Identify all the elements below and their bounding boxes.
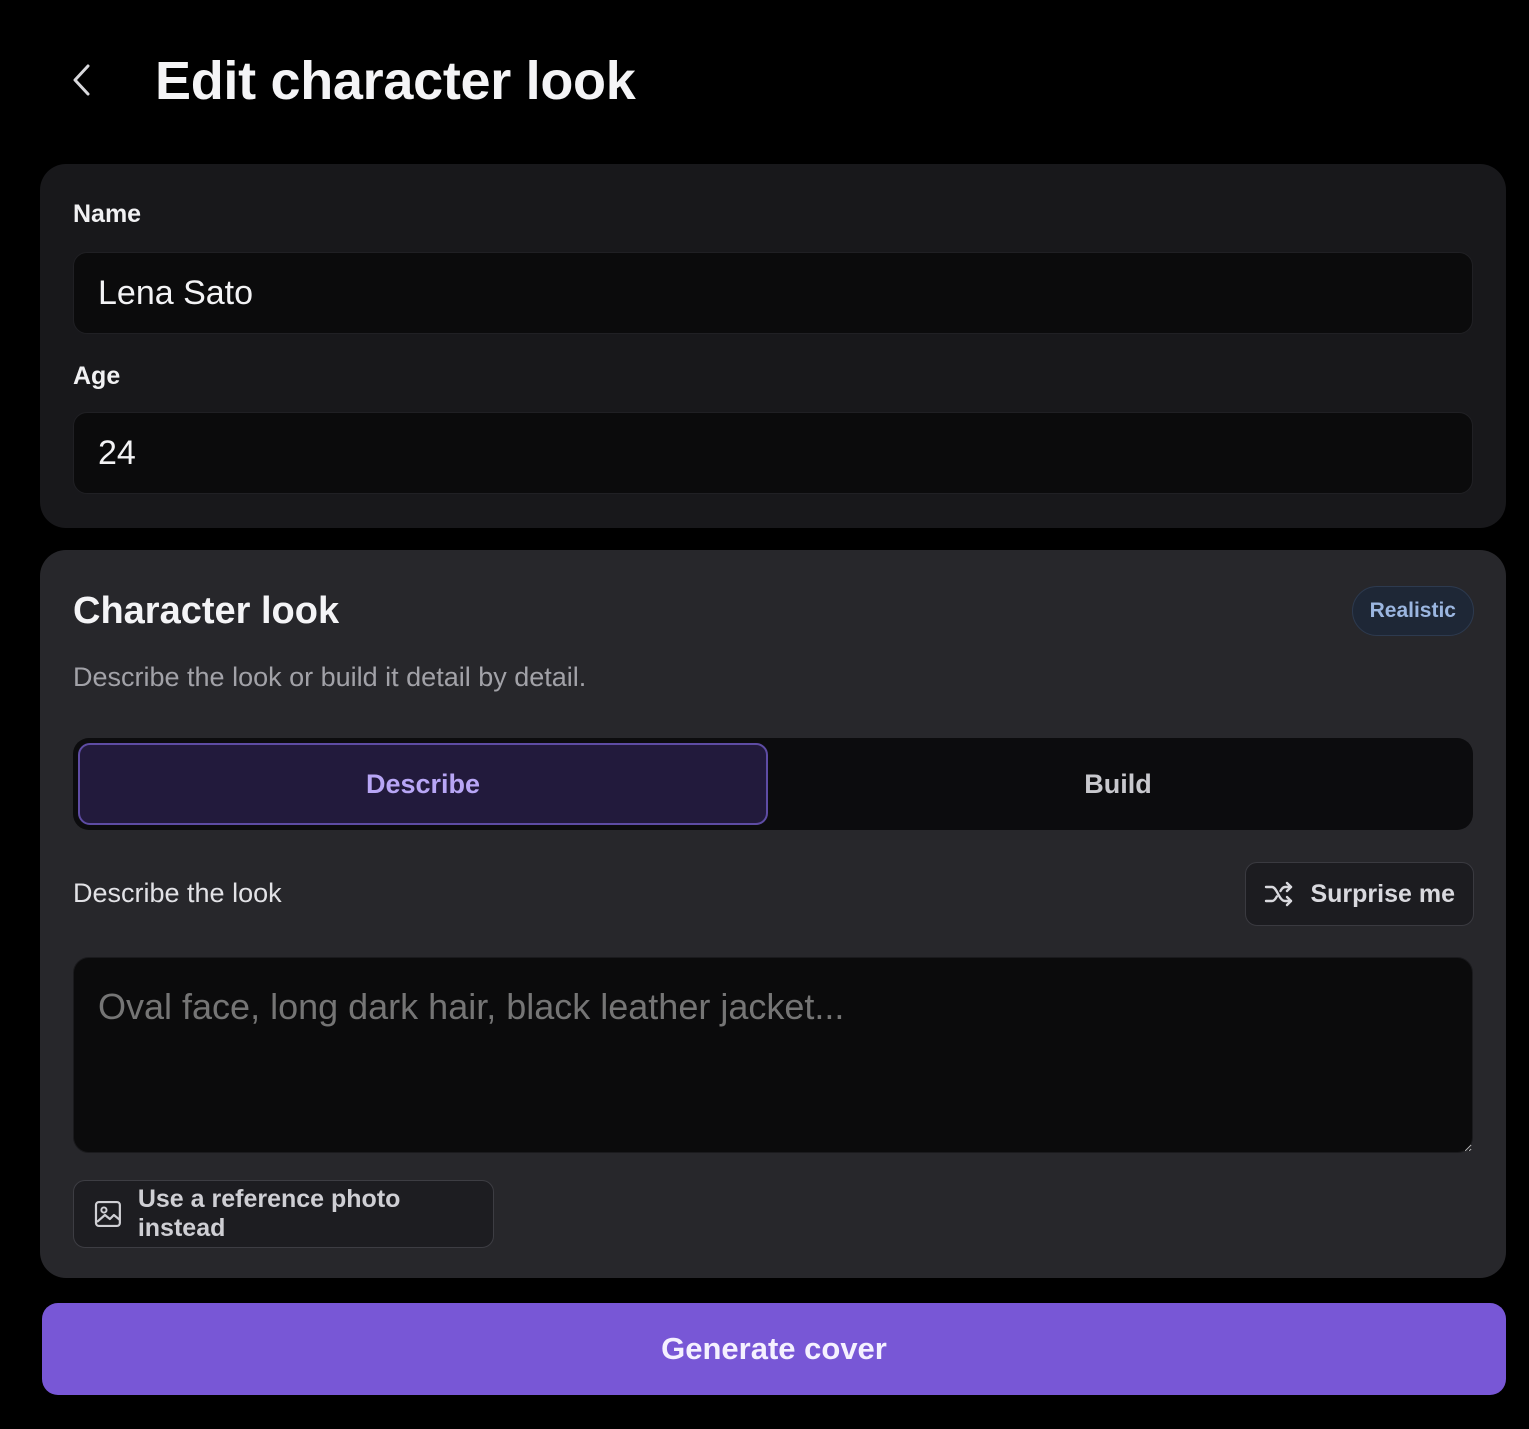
edit-character-page: Edit character look Name Lena Sato Age 2… <box>0 0 1529 1429</box>
style-badge[interactable]: Realistic <box>1351 586 1474 636</box>
look-mode-tabs: Describe Build <box>73 738 1473 830</box>
surprise-me-button[interactable]: Surprise me <box>1245 862 1474 926</box>
back-button[interactable] <box>62 58 102 102</box>
character-look-title: Character look <box>73 590 340 632</box>
character-look-subtitle: Describe the look or build it detail by … <box>73 662 587 692</box>
look-description-textarea[interactable] <box>73 957 1473 1153</box>
age-label: Age <box>73 362 121 390</box>
describe-look-label: Describe the look <box>73 878 282 908</box>
age-input-value: 24 <box>98 433 136 472</box>
page-header: Edit character look <box>0 0 1529 160</box>
character-look-card: Character look Realistic Describe the lo… <box>40 550 1506 1278</box>
reference-photo-button[interactable]: Use a reference photo instead <box>73 1180 494 1248</box>
tab-build[interactable]: Build <box>768 743 1468 825</box>
image-icon <box>94 1200 121 1228</box>
name-input[interactable]: Lena Sato <box>73 252 1473 334</box>
generate-cover-button[interactable]: Generate cover <box>42 1303 1506 1395</box>
age-input[interactable]: 24 <box>73 412 1473 494</box>
page-title: Edit character look <box>155 51 636 111</box>
shuffle-icon <box>1265 881 1293 907</box>
name-input-value: Lena Sato <box>98 273 254 312</box>
chevron-left-icon <box>73 64 90 96</box>
details-card: Name Lena Sato Age 24 <box>40 164 1506 528</box>
name-label: Name <box>73 200 142 228</box>
surprise-me-label: Surprise me <box>1310 879 1455 908</box>
tab-describe[interactable]: Describe <box>78 743 768 825</box>
reference-photo-label: Use a reference photo instead <box>137 1185 401 1242</box>
